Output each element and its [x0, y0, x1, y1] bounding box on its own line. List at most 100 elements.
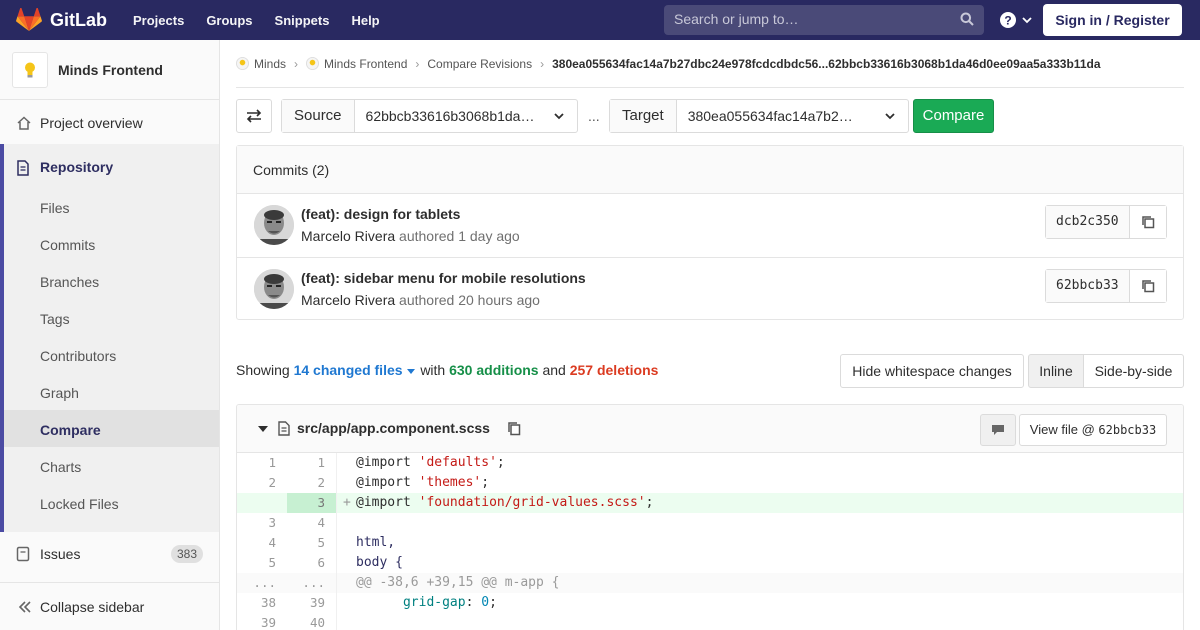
- target-ref-selector[interactable]: Target 380ea055634fac14a7b2…: [609, 99, 909, 133]
- sidebar-item-files[interactable]: Files: [40, 200, 70, 216]
- sidebar-item-label: Issues: [40, 545, 81, 562]
- comment-icon: [992, 425, 1004, 435]
- new-line-number[interactable]: 2: [287, 473, 337, 493]
- sidebar-item-locked-files[interactable]: Locked Files: [40, 496, 119, 512]
- old-line-number[interactable]: 5: [237, 553, 287, 573]
- nav-help[interactable]: Help: [351, 13, 379, 28]
- breadcrumb-separator: ›: [294, 56, 299, 71]
- commit-row: (feat): design for tablets Marcelo River…: [237, 194, 1183, 257]
- old-line-number[interactable]: 3: [237, 513, 287, 533]
- source-ref-value: 62bbcb33616b3068b1da…: [365, 108, 535, 124]
- code-token: @import: [356, 455, 411, 470]
- copy-sha-button[interactable]: [1129, 206, 1166, 238]
- sidebar-item-tags[interactable]: Tags: [40, 311, 70, 327]
- hide-whitespace-button[interactable]: Hide whitespace changes: [840, 354, 1024, 388]
- target-ref-dropdown[interactable]: 380ea055634fac14a7b2…: [677, 100, 908, 132]
- sidebar-item-overview[interactable]: Project overview: [0, 104, 219, 141]
- file-diff: src/app/app.component.scss View file @ 6…: [236, 404, 1184, 630]
- commit-verb: authored: [399, 292, 455, 308]
- changed-files-dropdown[interactable]: 14 changed files: [294, 362, 421, 378]
- file-icon: [278, 421, 290, 436]
- author-avatar[interactable]: [254, 269, 294, 309]
- new-line-number[interactable]: 5: [287, 533, 337, 553]
- project-name: Minds Frontend: [58, 61, 163, 78]
- new-line-number[interactable]: 4: [287, 513, 337, 533]
- sidebar-item-graph[interactable]: Graph: [40, 385, 79, 401]
- sidebar-item-repository[interactable]: Repository: [0, 148, 219, 185]
- old-line-number[interactable]: 2: [237, 473, 287, 493]
- commit-title[interactable]: (feat): sidebar menu for mobile resoluti…: [301, 270, 586, 286]
- nav-projects[interactable]: Projects: [133, 13, 184, 28]
- nav-snippets[interactable]: Snippets: [275, 13, 330, 28]
- new-line-number[interactable]: 1: [287, 453, 337, 473]
- chevron-down-icon: [885, 113, 895, 120]
- collapse-sidebar-button[interactable]: Collapse sidebar: [0, 582, 219, 630]
- old-line-number[interactable]: 39: [237, 613, 287, 630]
- sidebar-item-contributors[interactable]: Contributors: [40, 348, 116, 364]
- new-line-number[interactable]: 3: [287, 493, 337, 513]
- new-line-number[interactable]: 40: [287, 613, 337, 630]
- gitlab-logo[interactable]: GitLab: [16, 8, 107, 32]
- project-sidebar: Minds Frontend Project overview Reposito…: [0, 40, 220, 630]
- sidebar-item-compare[interactable]: Compare: [40, 422, 101, 438]
- line-code: @import 'themes';: [356, 475, 490, 490]
- help-dropdown[interactable]: ?: [999, 11, 1033, 29]
- stats-and: and: [542, 362, 566, 378]
- compare-button[interactable]: Compare: [913, 99, 994, 133]
- file-path[interactable]: src/app/app.component.scss: [297, 420, 490, 436]
- breadcrumb-minds-frontend[interactable]: Minds Frontend: [306, 57, 407, 71]
- sidebar-item-branches[interactable]: Branches: [40, 274, 99, 290]
- commit-sha[interactable]: 62bbcb33: [1046, 270, 1130, 302]
- source-ref-dropdown[interactable]: 62bbcb33616b3068b1da…: [355, 100, 577, 132]
- breadcrumb-minds[interactable]: Minds: [236, 57, 286, 71]
- caret-down-icon: [407, 369, 416, 374]
- expand-old-lines[interactable]: ...: [237, 573, 287, 593]
- collapse-caret-icon[interactable]: [258, 426, 268, 433]
- commit-sha[interactable]: dcb2c350: [1046, 206, 1130, 238]
- sidebar-item-commits[interactable]: Commits: [40, 237, 95, 253]
- commit-time: 1 day ago: [458, 228, 520, 244]
- swap-revisions-button[interactable]: [236, 99, 272, 133]
- breadcrumb-compare-revisions[interactable]: Compare Revisions: [427, 57, 532, 71]
- commit-meta: Marcelo Rivera authored 1 day ago: [301, 228, 520, 244]
- old-line-number[interactable]: 38: [237, 593, 287, 613]
- new-line-number[interactable]: 6: [287, 553, 337, 573]
- top-navbar: GitLab Projects Groups Snippets Help Sea…: [0, 0, 1200, 40]
- diff-hunk-header[interactable]: ... ... @@ -38,6 +39,15 @@ m-app {: [237, 573, 1183, 593]
- commit-title[interactable]: (feat): design for tablets: [301, 206, 460, 222]
- view-file-button[interactable]: View file @ 62bbcb33: [1019, 414, 1167, 446]
- code-token: @import: [356, 495, 411, 510]
- search-icon: [960, 12, 974, 26]
- old-line-number[interactable]: 4: [237, 533, 287, 553]
- search-input[interactable]: Search or jump to…: [664, 5, 984, 35]
- target-ref-value: 380ea055634fac14a7b2…: [687, 108, 853, 124]
- sidebar-item-issues[interactable]: Issues 383: [0, 535, 219, 572]
- diff-stats: Showing 14 changed files with 630 additi…: [236, 362, 658, 378]
- deletions-count: 257 deletions: [569, 362, 659, 378]
- old-line-number[interactable]: [237, 493, 287, 513]
- commit-author[interactable]: Marcelo Rivera: [301, 292, 395, 308]
- commit-author[interactable]: Marcelo Rivera: [301, 228, 395, 244]
- copy-icon: [1141, 280, 1154, 293]
- side-by-side-view-button[interactable]: Side-by-side: [1083, 354, 1184, 388]
- project-avatar: [12, 51, 48, 88]
- diff-line-added: 3 + @import 'foundation/grid-values.scss…: [237, 493, 1183, 513]
- code-token: @import: [356, 475, 411, 490]
- toggle-comments-button[interactable]: [980, 414, 1016, 446]
- expand-new-lines[interactable]: ...: [287, 573, 337, 593]
- inline-view-button[interactable]: Inline: [1028, 354, 1084, 388]
- issues-count-badge: 383: [170, 544, 203, 563]
- sign-in-button[interactable]: Sign in / Register: [1043, 4, 1182, 36]
- commit-meta: Marcelo Rivera authored 20 hours ago: [301, 292, 540, 308]
- collapse-sidebar-label: Collapse sidebar: [40, 598, 145, 615]
- line-code: grid-gap: 0;: [402, 595, 497, 610]
- sidebar-item-charts[interactable]: Charts: [40, 459, 81, 475]
- project-header[interactable]: Minds Frontend: [0, 40, 219, 100]
- author-avatar[interactable]: [254, 205, 294, 245]
- new-line-number[interactable]: 39: [287, 593, 337, 613]
- nav-groups[interactable]: Groups: [206, 13, 252, 28]
- copy-path-icon[interactable]: [507, 421, 521, 436]
- source-ref-selector[interactable]: Source 62bbcb33616b3068b1da…: [281, 99, 578, 133]
- old-line-number[interactable]: 1: [237, 453, 287, 473]
- copy-sha-button[interactable]: [1129, 270, 1166, 302]
